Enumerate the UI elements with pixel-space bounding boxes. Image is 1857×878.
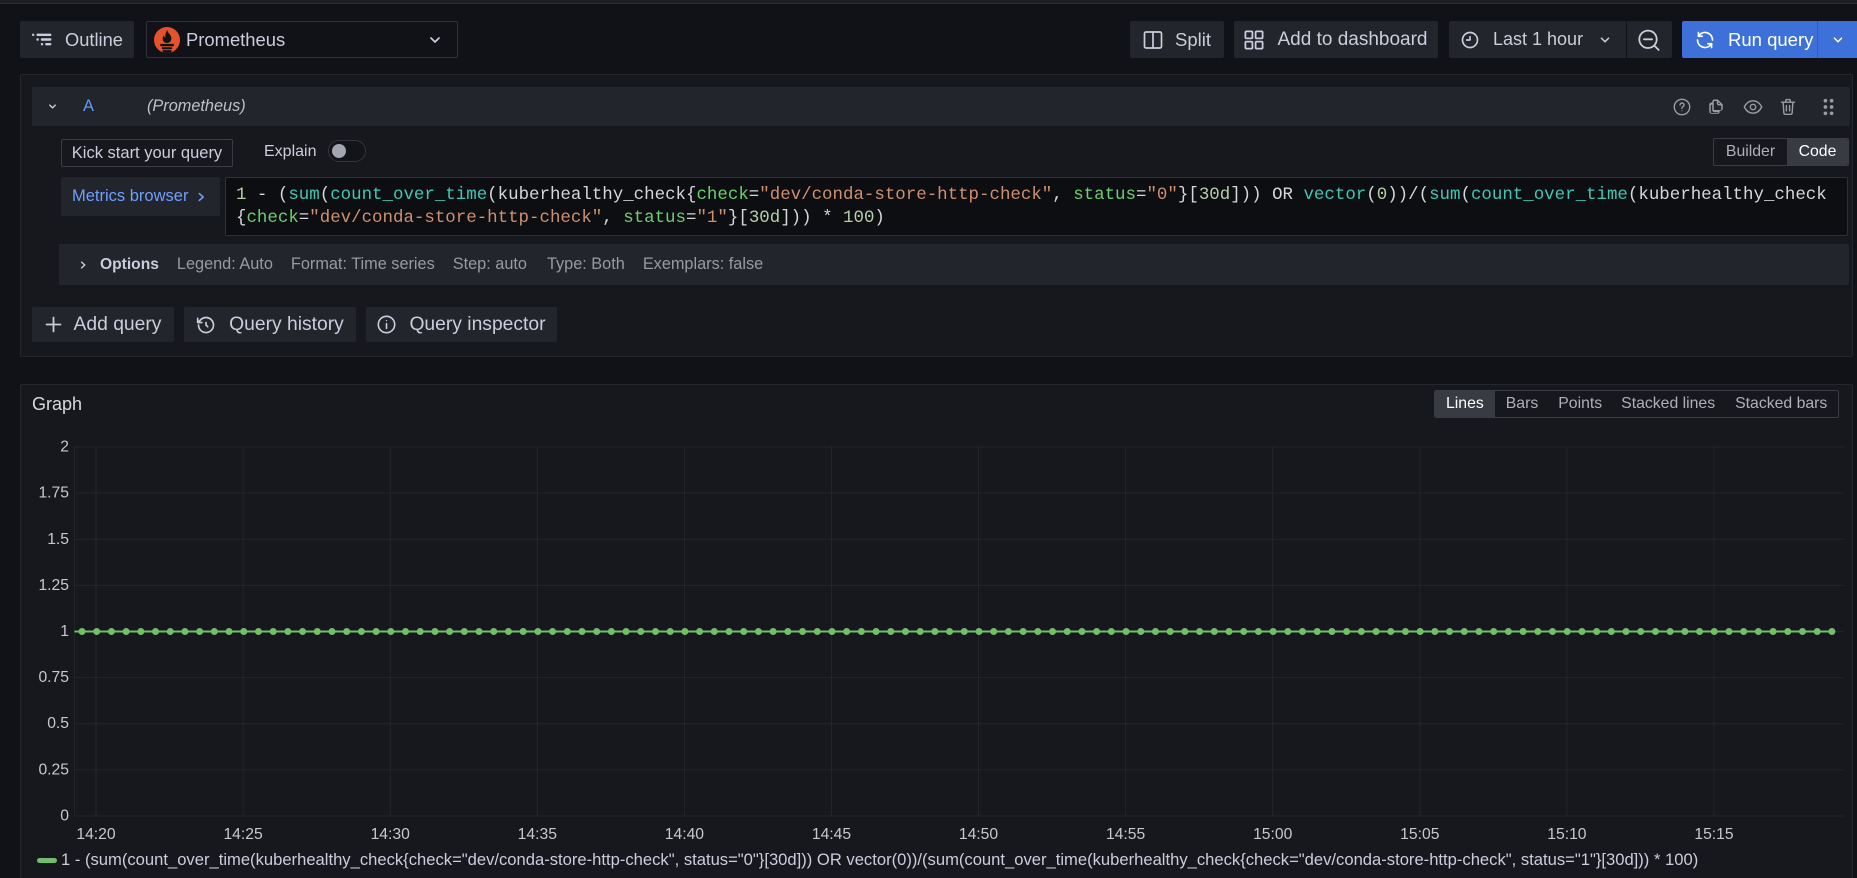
svg-text:15:05: 15:05 xyxy=(1400,826,1440,843)
svg-text:2: 2 xyxy=(60,439,69,456)
svg-text:0.5: 0.5 xyxy=(47,715,69,732)
svg-text:14:55: 14:55 xyxy=(1106,826,1146,843)
svg-text:14:30: 14:30 xyxy=(371,826,411,843)
svg-text:1.5: 1.5 xyxy=(47,531,69,548)
svg-text:14:45: 14:45 xyxy=(812,826,852,843)
svg-text:1.25: 1.25 xyxy=(38,577,69,594)
svg-text:14:25: 14:25 xyxy=(223,826,263,843)
svg-text:1.75: 1.75 xyxy=(38,485,69,502)
svg-text:1: 1 xyxy=(60,623,69,640)
svg-text:0.75: 0.75 xyxy=(38,669,69,686)
svg-text:14:50: 14:50 xyxy=(959,826,999,843)
svg-text:0: 0 xyxy=(60,808,69,825)
svg-text:14:20: 14:20 xyxy=(76,826,116,843)
svg-text:15:00: 15:00 xyxy=(1253,826,1293,843)
svg-text:0.25: 0.25 xyxy=(38,761,69,778)
svg-text:15:15: 15:15 xyxy=(1694,826,1734,843)
svg-text:15:10: 15:10 xyxy=(1547,826,1587,843)
svg-text:14:40: 14:40 xyxy=(665,826,705,843)
svg-text:14:35: 14:35 xyxy=(518,826,558,843)
